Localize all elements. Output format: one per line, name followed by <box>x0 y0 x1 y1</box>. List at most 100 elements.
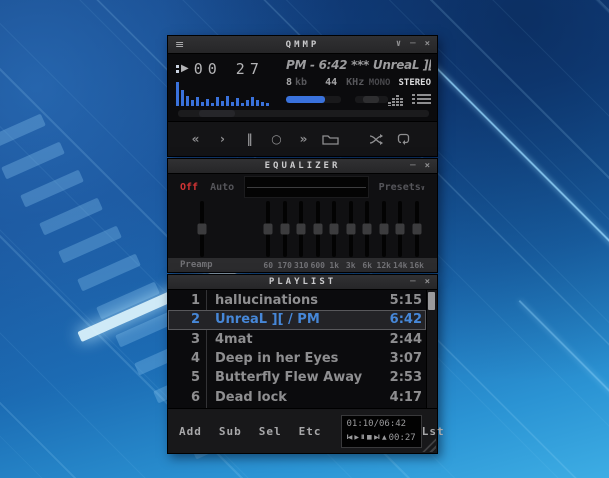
mini-play-icon[interactable]: ▶ <box>354 434 359 441</box>
track-title-marquee[interactable]: PM - 6:42 *** UnreaL ][ / <box>286 58 431 77</box>
main-menu-icon[interactable]: ≡ <box>175 39 184 50</box>
shade-button[interactable]: ∨ <box>396 40 401 49</box>
eq-band-slider-600[interactable] <box>310 201 327 257</box>
eq-band-label-1k: 1k <box>329 260 340 270</box>
playlist-row[interactable]: 3 4mat 2:44 <box>168 330 426 349</box>
spectrum-bar <box>191 100 194 106</box>
balance-slider[interactable] <box>354 96 388 103</box>
main-titlebar[interactable]: ≡ QMMP ∨ ─ × <box>168 36 437 54</box>
eq-band-slider-6k[interactable] <box>359 201 376 257</box>
track-time: 3:07 <box>389 351 422 367</box>
slider-handle[interactable] <box>346 223 356 235</box>
slider-handle[interactable] <box>379 223 389 235</box>
pause-button[interactable]: ‖ <box>236 132 263 146</box>
stereo-indicator: STEREO <box>398 78 431 88</box>
wallpaper-diagonal-line <box>426 58 609 364</box>
eq-band-slider-60[interactable] <box>260 201 277 257</box>
lst-button[interactable]: Lst <box>422 425 445 438</box>
slider-handle[interactable] <box>197 223 207 235</box>
track-number: 2 <box>190 312 200 328</box>
etc-button[interactable]: Etc <box>299 425 322 438</box>
playlist-title: PLAYLIST <box>268 277 337 287</box>
bitrate-value: 8 <box>286 77 293 88</box>
eq-band-label-6k: 6k <box>362 260 373 270</box>
eq-band-slider-1k[interactable] <box>326 201 343 257</box>
track-time: 2:44 <box>389 331 422 347</box>
mini-next-icon[interactable]: ▶I <box>374 434 380 441</box>
eq-curve-display <box>244 176 369 198</box>
eq-auto-button[interactable]: Auto <box>210 182 234 193</box>
mini-eject-icon[interactable]: ▲ <box>382 434 387 441</box>
wallpaper-ladder-bar <box>1 141 65 180</box>
next-button[interactable]: » <box>290 132 317 146</box>
eq-band-slider-3k[interactable] <box>343 201 360 257</box>
spectrum-bar <box>231 102 234 106</box>
eq-sliders <box>168 200 437 258</box>
playlist-close-button[interactable]: × <box>425 277 430 287</box>
eq-band-slider-12k[interactable] <box>376 201 393 257</box>
sel-button[interactable]: Sel <box>259 425 282 438</box>
play-button[interactable]: › <box>209 132 236 146</box>
desktop[interactable]: ≡ QMMP ∨ ─ × ▶ 00 27 PM - 6:42 *** Unrea… <box>0 0 609 478</box>
mini-pause-icon[interactable]: II <box>361 434 365 441</box>
eq-band-slider-170[interactable] <box>277 201 294 257</box>
playlist-row[interactable]: 4 Deep in her Eyes 3:07 <box>168 349 426 368</box>
playlist-titlebar[interactable]: PLAYLIST ─ × <box>168 275 437 290</box>
seek-handle[interactable] <box>198 110 235 117</box>
wallpaper-ladder-bar <box>39 197 103 236</box>
playlist-scrollbar[interactable] <box>426 290 437 408</box>
playlist-row[interactable]: 5 Butterfly Flew Away 2:53 <box>168 368 426 387</box>
equalizer-titlebar[interactable]: EQUALIZER ─ × <box>168 159 437 174</box>
eq-presets-button[interactable]: Presets∨ <box>379 182 425 193</box>
eq-band-label-3k: 3k <box>345 260 356 270</box>
sub-button[interactable]: Sub <box>219 425 242 438</box>
balance-handle[interactable] <box>363 96 380 103</box>
preamp-slider[interactable] <box>180 201 224 257</box>
wallpaper-ladder-bar <box>20 169 84 208</box>
slider-handle[interactable] <box>263 223 273 235</box>
elapsed-time-display[interactable]: 00 27 <box>194 60 264 78</box>
slider-handle[interactable] <box>395 223 405 235</box>
slider-handle[interactable] <box>296 223 306 235</box>
playlist-minimize-button[interactable]: ─ <box>410 277 415 287</box>
equalizer-minimize-button[interactable]: ─ <box>410 161 415 171</box>
equalizer-toggle-button[interactable] <box>388 93 406 106</box>
eq-band-slider-14k[interactable] <box>392 201 409 257</box>
slider-handle[interactable] <box>362 223 372 235</box>
equalizer-window: EQUALIZER ─ × Off Auto Presets∨ Preamp 60… <box>167 158 438 273</box>
slider-handle[interactable] <box>280 223 290 235</box>
eq-band-label-14k: 14k <box>393 260 408 270</box>
eq-off-button[interactable]: Off <box>180 182 198 193</box>
spectrum-visualization[interactable] <box>176 82 282 106</box>
equalizer-close-button[interactable]: × <box>425 161 430 171</box>
previous-button[interactable]: « <box>182 132 209 146</box>
playlist-toggle-button[interactable] <box>412 93 431 106</box>
track-title: hallucinations <box>215 293 318 309</box>
playlist-window: PLAYLIST ─ × 1 hallucinations 5:15 2 UnreaL … <box>167 274 444 454</box>
volume-slider[interactable] <box>286 96 341 103</box>
eq-band-slider-16k[interactable] <box>409 201 426 257</box>
spectrum-bar <box>246 100 249 106</box>
track-title: Deep in her Eyes <box>215 351 339 367</box>
mini-prev-icon[interactable]: I◀ <box>347 434 353 441</box>
slider-handle[interactable] <box>313 223 323 235</box>
mini-stop-icon[interactable]: ■ <box>366 434 372 441</box>
minimize-button[interactable]: ─ <box>410 40 415 49</box>
playlist-row[interactable]: 6 Dead lock 4:17 <box>168 387 426 406</box>
slider-handle[interactable] <box>329 223 339 235</box>
scrollbar-thumb[interactable] <box>428 292 435 310</box>
eq-band-slider-310[interactable] <box>293 201 310 257</box>
add-button[interactable]: Add <box>179 425 202 438</box>
chevron-down-icon: ∨ <box>420 183 425 192</box>
shuffle-button[interactable] <box>363 133 390 145</box>
repeat-button[interactable] <box>390 133 417 145</box>
stop-button[interactable]: ○ <box>263 132 290 146</box>
playlist-row[interactable]: 2 UnreaL ][ / PM 6:42 <box>168 310 426 330</box>
spectrum-bar <box>211 103 214 106</box>
close-button[interactable]: × <box>425 40 430 49</box>
open-file-button[interactable] <box>317 134 344 145</box>
slider-handle[interactable] <box>412 223 422 235</box>
seek-bar[interactable] <box>176 109 431 119</box>
resize-grip[interactable] <box>422 438 436 452</box>
playlist-row[interactable]: 1 hallucinations 5:15 <box>168 291 426 310</box>
